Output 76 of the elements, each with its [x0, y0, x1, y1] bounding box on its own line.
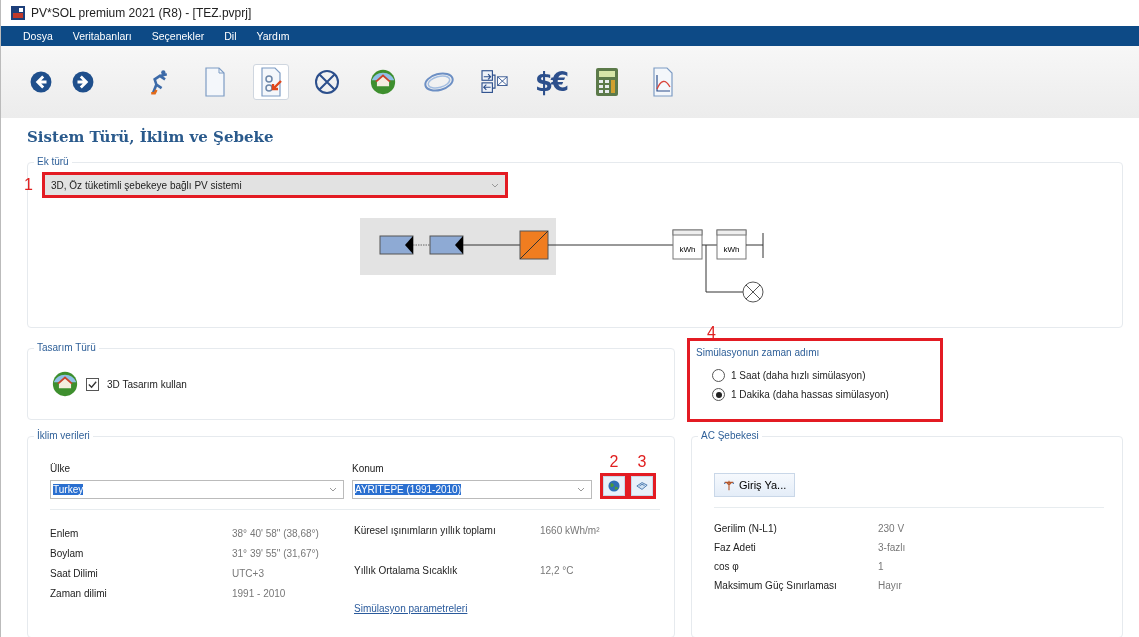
info-value: 31° 39' 55" (31,67°): [232, 547, 319, 559]
info-value: 38° 40' 58" (38,68°): [232, 527, 319, 539]
globe-icon: [608, 480, 620, 492]
pv-module-drawing: [379, 235, 414, 255]
annotation-number: 2: [609, 453, 619, 471]
currency-tool-button[interactable]: $€: [533, 64, 569, 100]
page-title: Sistem Türü, İklim ve Şebeke: [27, 127, 275, 148]
meter-drawing: [672, 229, 703, 260]
connection-type-dropdown[interactable]: 3D, Öz tüketimli şebekeye bağlı PV sistemi: [45, 175, 505, 195]
section-legend: Tasarım Türü: [34, 342, 99, 353]
ring-icon: [422, 69, 456, 95]
location-dropdown[interactable]: AYRITEPE (1991-2010): [352, 480, 592, 499]
grid-input-button[interactable]: Giriş Ya...: [714, 473, 796, 497]
simulation-parameters-link[interactable]: Simülasyon parametreleri: [354, 603, 658, 614]
connection-line: [412, 244, 431, 246]
annotation-number: 3: [637, 453, 647, 471]
section-legend: İklim verileri: [34, 430, 93, 441]
section-legend: Ek türü: [34, 156, 72, 167]
house-globe-icon: [52, 369, 78, 399]
annotation-number: 4: [707, 324, 716, 342]
calculator-icon: [594, 67, 620, 97]
caret-icon: [329, 487, 337, 492]
chart-document-icon: [650, 67, 676, 97]
info-label: Faz Adeti: [714, 541, 757, 553]
info-label: Saat Dilimi: [50, 567, 99, 579]
window-title: PV*SOL premium 2021 (R8) - [TEZ.pvprj]: [31, 6, 252, 20]
info-label: Maksimum Güç Sınırlaması: [714, 579, 838, 591]
meter-label: kWh: [679, 245, 696, 254]
meter-label: kWh: [723, 245, 740, 254]
radio-label: 1 Saat (daha hızlı simülasyon): [731, 370, 866, 381]
info-label: Enlem: [50, 527, 80, 539]
lamp-drawing: [742, 281, 764, 303]
back-icon: [30, 71, 52, 93]
info-value: 1660 kWh/m²: [540, 524, 600, 536]
info-label: Zaman dilimi: [50, 587, 108, 599]
toolbar-button[interactable]: [253, 64, 289, 100]
map-icon: [636, 480, 648, 492]
info-value: 3-fazlı: [878, 541, 906, 553]
house-globe-icon: [370, 67, 396, 97]
info-label: Küresel ışınımların yıllık toplamı: [354, 524, 497, 536]
info-value: UTC+3: [232, 567, 264, 579]
menu-item[interactable]: Dosya: [23, 30, 53, 42]
field-label: Konum: [352, 463, 385, 474]
checkbox-label: 3D Tasarım kullan: [107, 378, 187, 390]
info-label: cos φ: [714, 560, 740, 572]
connection-line: [462, 244, 521, 246]
menu-item[interactable]: Dil: [224, 30, 237, 42]
meter-drawing: [716, 229, 747, 260]
menu-item[interactable]: Veritabanları: [72, 30, 132, 42]
country-dropdown[interactable]: Turkey: [50, 480, 344, 499]
busbar-drawing: [745, 232, 764, 259]
forward-icon: [72, 71, 94, 93]
page-icon: [202, 67, 228, 97]
checkbox[interactable]: [86, 377, 99, 391]
document-arrow-icon: [258, 67, 284, 97]
caret-icon: [577, 487, 585, 492]
app-logo-icon: [11, 6, 25, 20]
power-pole-icon: [723, 479, 735, 491]
field-label: Ülke: [50, 463, 71, 474]
info-value: 1991 - 2010: [232, 587, 286, 599]
info-label: Gerilim (N-L1): [714, 522, 778, 534]
info-value: Hayır: [878, 579, 902, 591]
inverter-drawing: [519, 230, 549, 260]
section-legend: AC Şebekesi: [698, 430, 762, 441]
info-value: 230 V: [878, 522, 905, 534]
cross-circle-icon: [314, 69, 340, 95]
menu-item[interactable]: Yardım: [256, 30, 290, 42]
menu-item[interactable]: Seçenekler: [151, 30, 205, 42]
caret-icon: [491, 182, 499, 188]
info-value: 1: [878, 560, 884, 572]
info-value: 12,2 °C: [540, 564, 574, 576]
annotation-number: 1: [24, 176, 34, 194]
radio-label: 1 Dakika (daha hassas simülasyon): [731, 389, 889, 400]
info-label: Boylam: [50, 547, 85, 559]
info-label: Yıllık Ortalama Sıcaklık: [354, 564, 459, 576]
pv-module-drawing: [429, 235, 464, 255]
